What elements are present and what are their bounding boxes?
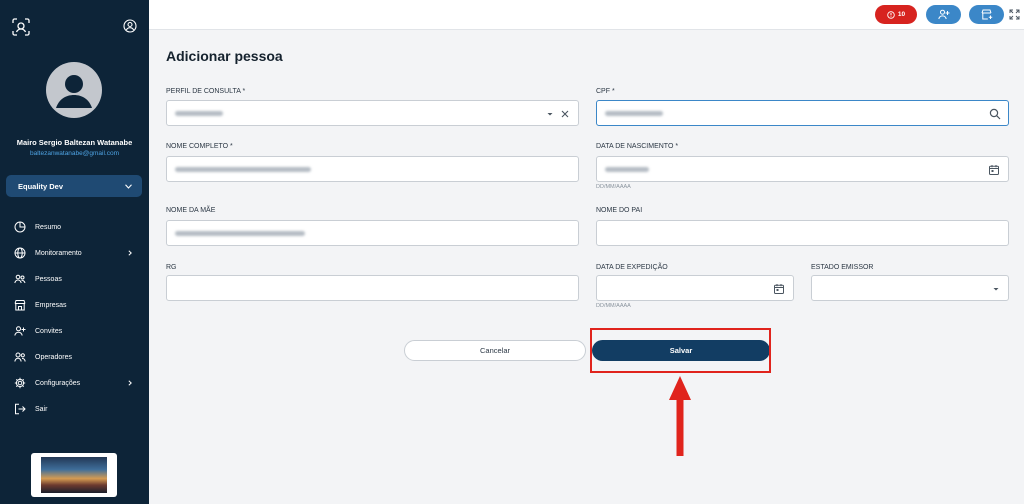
sidebar-item-label: Pessoas [35, 275, 62, 283]
caret-down-icon[interactable] [990, 283, 1002, 295]
sidebar: Mairo Sergio Baltezan Watanabe baltezanw… [0, 0, 149, 504]
sidebar-item-operadores[interactable]: Operadores [0, 344, 149, 370]
caret-down-icon[interactable] [544, 108, 556, 120]
sidebar-item-label: Convites [35, 327, 63, 335]
face-scan-logo-icon [12, 18, 30, 36]
redacted-value [605, 111, 663, 116]
alerts-button[interactable]: 10 [875, 5, 917, 24]
sidebar-item-empresas[interactable]: Empresas [0, 292, 149, 318]
sunset-image [41, 457, 107, 493]
add-company-button[interactable] [969, 5, 1004, 24]
sidebar-item-label: Monitoramento [35, 249, 82, 257]
alert-circle-icon [887, 10, 895, 19]
redacted-value [175, 167, 311, 172]
add-user-icon [14, 326, 26, 336]
sidebar-item-resumo[interactable]: Resumo [0, 214, 149, 240]
estado-label: ESTADO EMISSOR [811, 264, 874, 271]
add-user-icon [937, 9, 949, 20]
user-circle-icon[interactable] [123, 19, 137, 33]
people-icon [14, 274, 26, 284]
expedicao-label: DATA DE EXPEDIÇÃO [596, 264, 668, 271]
highlight-box [590, 328, 771, 373]
rg-label: RG [166, 264, 177, 271]
sidebar-item-pessoas[interactable]: Pessoas [0, 266, 149, 292]
person-placeholder-icon [56, 75, 92, 108]
arrow-up-annotation-icon [669, 376, 691, 456]
user-email: baltezanwatanabe@gmail.com [30, 150, 119, 157]
promo-thumbnail[interactable] [31, 453, 117, 497]
sidebar-item-label: Configurações [35, 379, 81, 387]
redacted-value [605, 167, 649, 172]
nascimento-input[interactable] [596, 156, 1009, 182]
add-person-button[interactable] [926, 5, 961, 24]
nascimento-label: DATA DE NASCIMENTO * [596, 143, 679, 150]
avatar [46, 62, 102, 118]
user-name: Mairo Sergio Baltezan Watanabe [16, 138, 133, 147]
nome-label: NOME COMPLETO * [166, 143, 233, 150]
store-add-icon [981, 9, 992, 20]
sidebar-item-label: Resumo [35, 223, 62, 231]
sidebar-item-label: Operadores [35, 353, 72, 361]
search-icon[interactable] [989, 108, 1001, 120]
pai-label: NOME DO PAI [596, 207, 643, 214]
nascimento-hint: DD/MM/AAAA [596, 184, 631, 190]
page-title: Adicionar pessoa [166, 48, 283, 64]
top-bar: 10 [149, 0, 1024, 30]
alerts-count: 10 [897, 11, 906, 18]
cpf-input[interactable] [596, 100, 1009, 126]
calendar-icon[interactable] [773, 283, 785, 295]
mae-input[interactable] [166, 220, 579, 246]
fullscreen-icon[interactable] [1009, 9, 1020, 20]
redacted-value [175, 231, 305, 236]
workspace-label: Equality Dev [18, 181, 64, 191]
pie-chart-icon [14, 221, 26, 233]
globe-icon [14, 247, 26, 259]
expedicao-hint: DD/MM/AAAA [596, 303, 631, 309]
mae-label: NOME DA MÃE [166, 207, 216, 214]
sidebar-top [12, 18, 137, 38]
cpf-label: CPF * [596, 88, 615, 95]
calendar-icon[interactable] [988, 164, 1000, 176]
gear-icon [14, 377, 26, 389]
operators-icon [14, 352, 26, 362]
logout-icon [15, 403, 26, 415]
estado-select[interactable] [811, 275, 1009, 301]
sidebar-item-configuracoes[interactable]: Configurações [0, 370, 149, 396]
nome-input[interactable] [166, 156, 579, 182]
expedicao-input[interactable] [596, 275, 794, 301]
close-icon[interactable] [559, 108, 571, 120]
store-icon [14, 300, 26, 311]
cancel-button[interactable]: Cancelar [404, 340, 586, 361]
sidebar-item-label: Sair [35, 405, 48, 413]
chevron-right-icon [128, 380, 132, 386]
pai-input[interactable] [596, 220, 1009, 246]
sidebar-item-sair[interactable]: Sair [0, 396, 149, 422]
sidebar-item-convites[interactable]: Convites [0, 318, 149, 344]
redacted-value [175, 111, 223, 116]
perfil-label: PERFIL DE CONSULTA * [166, 88, 246, 95]
rg-input[interactable] [166, 275, 579, 301]
workspace-selector[interactable]: Equality Dev [6, 175, 142, 197]
chevron-down-icon [125, 183, 132, 189]
chevron-right-icon [128, 250, 132, 256]
sidebar-nav: Resumo Monitoramento Pessoas Empresas Co… [0, 214, 149, 422]
sidebar-item-monitoramento[interactable]: Monitoramento [0, 240, 149, 266]
sidebar-item-label: Empresas [35, 301, 67, 309]
perfil-select[interactable] [166, 100, 579, 126]
